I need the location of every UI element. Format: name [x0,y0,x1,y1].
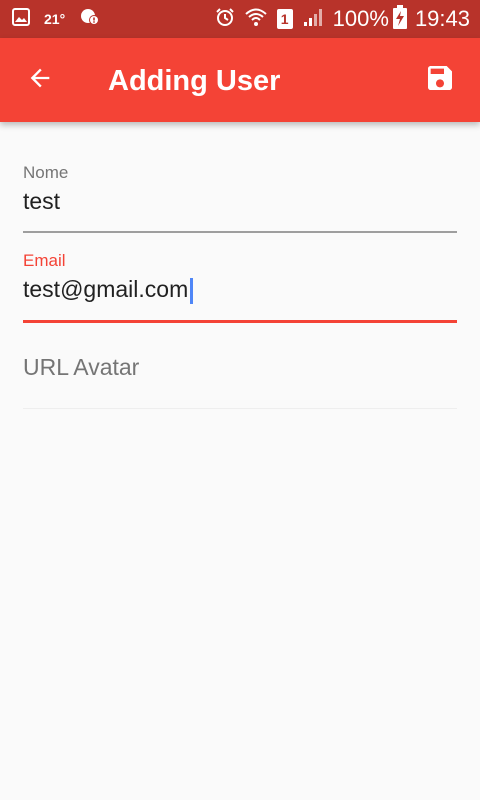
email-field-label: Email [23,251,66,270]
text-cursor [190,277,194,304]
email-field-underline [23,320,457,323]
sim-badge: 1 [276,9,293,29]
status-bar-left: 21° [12,7,115,32]
arrow-back-icon [26,64,54,97]
email-field[interactable]: Email test@gmail.com [23,251,457,325]
gallery-icon [12,7,30,31]
name-field-underline [23,231,457,233]
save-icon [424,62,456,99]
status-bar-right: 1 100% 19:43 [205,4,470,34]
signal-icon [303,7,323,32]
wifi-icon [244,7,267,32]
avatar-url-underline [23,408,457,409]
clock: 19:43 [414,6,470,31]
name-field-label: Nome [23,163,69,182]
email-field-input[interactable]: test@gmail.com [23,275,457,304]
name-field-value[interactable]: test [23,187,457,215]
name-field[interactable]: Nome test [23,163,457,235]
save-button[interactable] [416,56,464,104]
back-button[interactable] [16,56,64,104]
battery-charging-icon [392,4,407,34]
battery-percent: 100% [332,6,389,31]
email-field-value: test@gmail.com [23,276,189,302]
alarm-icon [215,7,235,32]
page-title: Adding User [108,65,281,97]
weather-alert-icon [79,7,101,32]
temperature-text: 21° [44,11,66,27]
status-bar: 21° 1 100% 19:43 [0,0,480,38]
avatar-url-placeholder: URL Avatar [23,354,140,380]
app-bar: Adding User [0,38,480,122]
avatar-url-field[interactable]: URL Avatar [23,353,457,411]
